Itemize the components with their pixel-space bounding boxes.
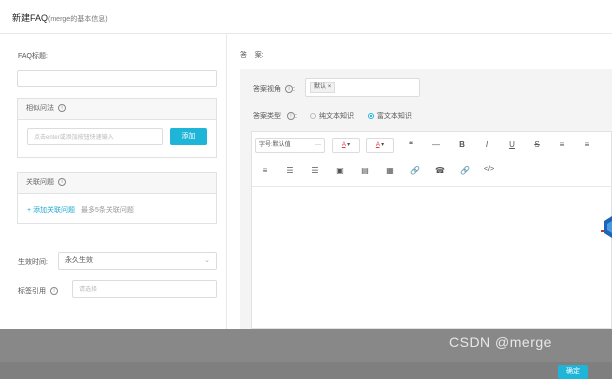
floating-assistant-icon[interactable]: [601, 212, 612, 242]
strikethrough-icon[interactable]: S: [530, 140, 544, 149]
related-questions-panel: 关联问题 i + 添加关联问题 最多5条关联问题: [17, 172, 217, 224]
answer-type-label-text: 答案类型: [253, 113, 281, 120]
info-icon: i: [285, 85, 293, 94]
tag-ref-label: 标签引用 i: [18, 286, 58, 296]
align-left-icon[interactable]: ≡: [555, 140, 569, 149]
related-questions-label: 关联问题: [26, 179, 54, 186]
related-limit-text: 最多5条关联问题: [81, 207, 134, 214]
quote-icon[interactable]: ❝: [404, 140, 418, 149]
effective-time-select[interactable]: 永久生效 ⌄: [58, 252, 217, 270]
table-icon[interactable]: ▦: [383, 166, 397, 175]
similar-questions-label: 相似问法: [26, 105, 54, 112]
similar-questions-header: 相似问法 i: [18, 99, 216, 120]
radio-plain-text-label: 纯文本知识: [319, 113, 354, 120]
effective-time-value: 永久生效: [65, 257, 93, 264]
answer-view-label: 答案视角 i:: [253, 85, 295, 94]
info-icon: i: [58, 104, 66, 113]
bg-color-select[interactable]: A ▾: [366, 138, 394, 153]
divider-icon[interactable]: —: [429, 140, 443, 149]
similar-question-placeholder: 点击enter或添加按钮快速输入: [34, 135, 114, 141]
radio-plain-text[interactable]: [310, 113, 316, 120]
modal-title: 新建FAQ(merge的基本信息): [12, 11, 108, 24]
tag-ref-label-text: 标签引用: [18, 288, 46, 295]
radio-rich-text-label: 富文本知识: [376, 113, 412, 120]
watermark: CSDN @merge: [449, 334, 552, 350]
modal-title-text: 新建FAQ: [12, 13, 49, 23]
code-icon[interactable]: </>: [481, 166, 497, 173]
more-icon: ···: [315, 142, 321, 148]
radio-rich-text[interactable]: [367, 113, 374, 120]
tag-ref-select[interactable]: 请选择: [72, 280, 217, 298]
close-icon[interactable]: ×: [328, 84, 332, 90]
chevron-down-icon: ⌄: [204, 257, 210, 264]
bold-icon[interactable]: B: [455, 140, 469, 149]
phone-icon[interactable]: ☎: [433, 166, 447, 175]
info-icon: i: [50, 287, 58, 296]
align-right-icon[interactable]: ≡: [258, 166, 272, 175]
info-icon: i: [58, 178, 66, 187]
rich-text-editor: [251, 131, 612, 329]
similar-question-input[interactable]: 点击enter或添加按钮快速输入: [27, 128, 163, 145]
view-tag-text: 默认: [314, 84, 327, 90]
answer-view-select[interactable]: 默认 ×: [305, 78, 420, 97]
italic-icon[interactable]: I: [480, 140, 494, 149]
answer-view-label-text: 答案视角: [253, 86, 281, 93]
caret-down-icon: ▾: [347, 142, 351, 148]
underline-icon[interactable]: U: [505, 140, 519, 149]
column-divider: [226, 34, 227, 330]
font-color-select[interactable]: A ▾: [332, 138, 360, 153]
effective-time-label: 生效时间:: [18, 259, 48, 266]
faq-modal: 新建FAQ(merge的基本信息) FAQ标题: 相似问法 i 点击enter或添…: [0, 0, 612, 362]
attachment-icon[interactable]: 🔗: [458, 166, 472, 175]
align-center-icon[interactable]: ≡: [580, 140, 594, 149]
view-tag: 默认 ×: [310, 82, 336, 93]
caret-down-icon: ▾: [381, 142, 385, 148]
video-icon[interactable]: ▤: [358, 166, 372, 175]
font-size-value: 字号:默认值: [259, 142, 291, 148]
font-color-icon: A: [341, 142, 346, 148]
image-icon[interactable]: ▣: [333, 166, 347, 175]
editor-content[interactable]: [252, 186, 611, 330]
related-questions-header: 关联问题 i: [18, 173, 216, 194]
add-similar-button[interactable]: 添加: [170, 128, 207, 145]
ordered-list-icon[interactable]: ☰: [283, 166, 297, 175]
header-divider: [0, 33, 612, 34]
info-icon: i: [286, 112, 295, 121]
similar-questions-panel: 相似问法 i 点击enter或添加按钮快速输入 添加: [17, 98, 217, 158]
add-related-link[interactable]: + 添加关联问题: [27, 207, 75, 214]
bullet-list-icon[interactable]: ☰: [308, 166, 322, 175]
answer-label: 答 案:: [240, 52, 264, 59]
faq-title-input[interactable]: [17, 70, 217, 87]
faq-title-label: FAQ标题:: [18, 53, 48, 60]
font-size-select[interactable]: 字号:默认值 ···: [255, 138, 325, 153]
answer-type-label: 答案类型 i:: [253, 112, 297, 121]
link-icon[interactable]: 🔗: [408, 166, 422, 175]
answer-type-radios: 纯文本知识 富文本知识: [310, 111, 412, 121]
modal-subtitle: (merge的基本信息): [48, 16, 108, 23]
bg-color-icon: A: [375, 142, 380, 148]
tag-ref-placeholder: 请选择: [79, 287, 98, 293]
confirm-button[interactable]: 确定: [558, 365, 588, 379]
